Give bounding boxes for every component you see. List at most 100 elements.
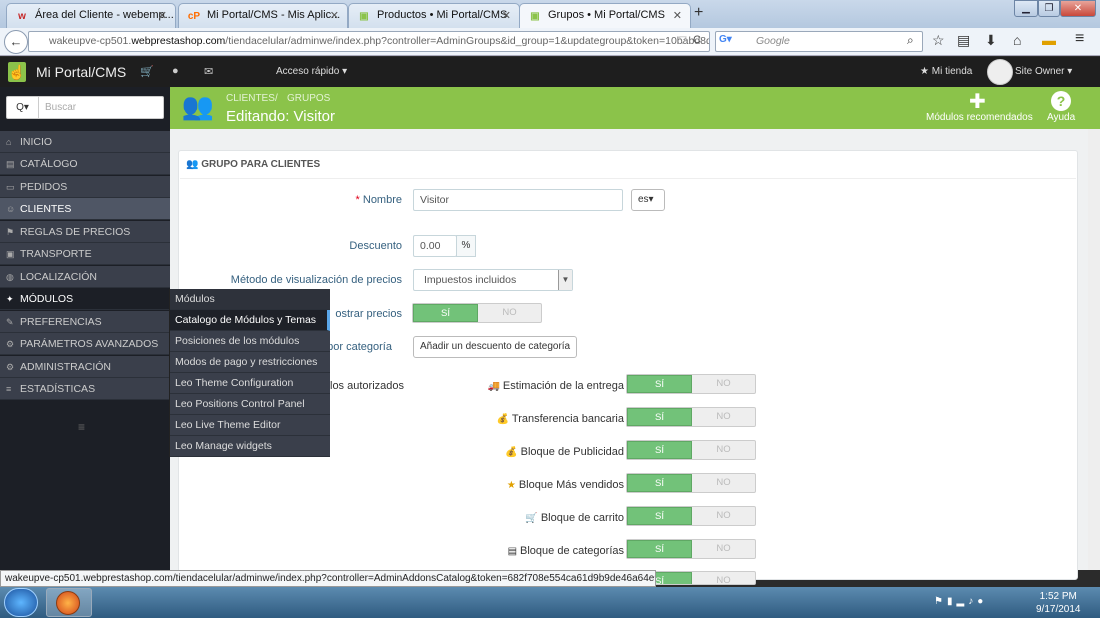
url-bar[interactable]: wakeupve-cp501.webprestashop.com/tiendac… — [28, 31, 710, 52]
help-icon[interactable]: ? — [1051, 91, 1071, 111]
module-toggle[interactable]: SÍ NO — [626, 473, 756, 493]
submenu-item-pago[interactable]: Modos de pago y restricciones — [170, 352, 330, 373]
collapse-menu-icon[interactable]: ≡ — [78, 420, 85, 434]
chevron-down-icon[interactable]: ▼ — [558, 270, 572, 290]
my-shop-link[interactable]: ★ Mi tienda — [920, 66, 972, 77]
clock[interactable]: 1:52 PM 9/17/2014 — [1036, 590, 1081, 616]
submenu-item-leo-editor[interactable]: Leo Live Theme Editor — [170, 415, 330, 436]
help-button[interactable]: Ayuda — [1047, 112, 1075, 123]
signal-icon[interactable]: ▂ — [956, 596, 968, 607]
owner-menu[interactable]: Site Owner ▾ — [1015, 66, 1072, 77]
back-button[interactable]: ← — [4, 30, 28, 54]
sidebar-item-parametros[interactable]: ⚙ PARÁMETROS AVANZADOS — [0, 333, 170, 355]
page-scrollbar[interactable] — [1088, 129, 1100, 570]
module-toggle[interactable]: SÍ NO — [626, 440, 756, 460]
close-icon[interactable]: ✕ — [158, 9, 167, 22]
system-tray[interactable]: ⚑▮▂♪● — [934, 596, 987, 607]
toggle-no[interactable]: NO — [692, 572, 755, 584]
module-toggle[interactable]: SÍ NO — [626, 506, 756, 526]
toggle-yes[interactable]: SÍ — [413, 304, 478, 322]
submenu-item-posiciones[interactable]: Posiciones de los módulos — [170, 331, 330, 352]
sidebar-item-catalogo[interactable]: ▤ CATÁLOGO — [0, 153, 170, 175]
bookmark-dropdown-icon[interactable]: ▽ — [679, 35, 687, 46]
sidebar-item-administracion[interactable]: ⚙ ADMINISTRACIÓN — [0, 356, 170, 378]
language-dropdown[interactable]: es▾ — [631, 189, 665, 211]
maximize-button[interactable]: ❐ — [1038, 0, 1060, 17]
browser-tab[interactable]: ▣ Productos • Mi Portal/CMS ✕ — [348, 3, 520, 28]
sidebar-item-estadisticas[interactable]: ≡ ESTADÍSTICAS — [0, 378, 170, 400]
toggle-no[interactable]: NO — [692, 408, 755, 426]
show-prices-toggle[interactable]: SÍ NO — [412, 303, 542, 323]
sidebar-item-inicio[interactable]: ⌂ INICIO — [0, 131, 170, 153]
sidebar-item-clientes[interactable]: ☺ CLIENTES — [0, 198, 170, 220]
sidebar-item-pedidos[interactable]: ▭ PEDIDOS — [0, 176, 170, 198]
toggle-no[interactable]: NO — [692, 441, 755, 459]
reading-list-icon[interactable]: ▤ — [957, 32, 970, 49]
sidebar-item-transporte[interactable]: ▣ TRANSPORTE — [0, 243, 170, 265]
toggle-yes[interactable]: SÍ — [627, 507, 692, 525]
menu-icon[interactable]: ≡ — [1075, 30, 1084, 48]
submenu-item-leo-widgets[interactable]: Leo Manage widgets — [170, 436, 330, 457]
breadcrumb-item[interactable]: CLIENTES — [226, 93, 275, 104]
notification-icon[interactable]: ● — [977, 596, 987, 607]
browser-search-input[interactable]: Google — [715, 31, 923, 52]
toggle-no[interactable]: NO — [478, 304, 541, 322]
close-icon[interactable]: ✕ — [673, 9, 682, 22]
extension-icon[interactable]: ▬ — [1042, 32, 1056, 48]
price-display-select[interactable]: Impuestos incluidos ▼ — [413, 269, 573, 291]
recommended-modules-button[interactable]: Módulos recomendados — [926, 112, 1033, 123]
new-tab-button[interactable]: + — [694, 4, 703, 22]
avatar[interactable] — [987, 59, 1013, 85]
start-button[interactable] — [4, 588, 38, 617]
toggle-no[interactable]: NO — [692, 375, 755, 393]
cursor-hand-icon[interactable]: ☝ — [8, 62, 26, 82]
submenu-item-leo-theme[interactable]: Leo Theme Configuration — [170, 373, 330, 394]
browser-tab-active[interactable]: ▣ Grupos • Mi Portal/CMS ✕ — [519, 3, 691, 29]
search-type-dropdown[interactable]: Q▾ — [7, 97, 39, 118]
add-category-discount-button[interactable]: Añadir un descuento de categoría — [413, 336, 578, 358]
toggle-yes[interactable]: SÍ — [627, 441, 692, 459]
brand-title[interactable]: Mi Portal/CMS — [36, 64, 126, 80]
toggle-yes[interactable]: SÍ — [627, 540, 692, 558]
toggle-yes[interactable]: SÍ — [627, 408, 692, 426]
puzzle-icon[interactable]: ✚ — [969, 89, 986, 114]
submenu-item-modulos[interactable]: Módulos — [170, 289, 330, 310]
submenu-item-leo-positions[interactable]: Leo Positions Control Panel — [170, 394, 330, 415]
download-icon[interactable]: ⬇ — [985, 32, 997, 49]
sidebar-item-localizacion[interactable]: ◍ LOCALIZACIÓN — [0, 266, 170, 288]
toggle-yes[interactable]: SÍ — [627, 474, 692, 492]
minimize-button[interactable]: ▁ — [1014, 0, 1038, 17]
module-toggle[interactable]: SÍ NO — [626, 374, 756, 394]
cart-icon[interactable]: 🛒 — [140, 65, 154, 78]
discount-field[interactable]: 0.00 — [413, 235, 457, 257]
browser-tab[interactable]: w Área del Cliente - webemp... ✕ — [6, 3, 176, 28]
star-icon[interactable]: ☆ — [932, 32, 945, 49]
sidebar-item-modulos[interactable]: ✦ MÓDULOS — [0, 288, 170, 310]
module-name: Bloque de carrito — [540, 512, 624, 524]
sidebar-item-reglas-precios[interactable]: ⚑ REGLAS DE PRECIOS — [0, 221, 170, 243]
quick-access-menu[interactable]: Acceso rápido ▾ — [276, 66, 347, 77]
sidebar-search-input[interactable]: Buscar — [45, 102, 76, 113]
name-field[interactable]: Visitor — [413, 189, 623, 211]
breadcrumb-item[interactable]: GRUPOS — [287, 93, 330, 104]
close-icon[interactable]: ✕ — [330, 9, 339, 22]
submenu-item-catalogo[interactable]: Catalogo de Módulos y Temas — [170, 310, 330, 331]
toggle-yes[interactable]: SÍ — [627, 375, 692, 393]
module-toggle[interactable]: SÍ NO — [626, 539, 756, 559]
close-window-button[interactable]: ✕ — [1060, 0, 1096, 17]
search-icon[interactable]: ⌕ — [907, 33, 914, 48]
flag-icon[interactable]: ⚑ — [934, 596, 947, 607]
toggle-no[interactable]: NO — [692, 507, 755, 525]
toggle-no[interactable]: NO — [692, 474, 755, 492]
close-icon[interactable]: ✕ — [502, 9, 511, 22]
module-toggle[interactable]: SÍ NO — [626, 407, 756, 427]
discount-label: Descuento — [349, 240, 402, 252]
browser-tab[interactable]: cP Mi Portal/CMS - Mis Aplic... ✕ — [178, 3, 348, 28]
volume-icon[interactable]: ♪ — [968, 596, 977, 607]
home-icon[interactable]: ⌂ — [1013, 32, 1021, 48]
toggle-no[interactable]: NO — [692, 540, 755, 558]
sidebar-item-preferencias[interactable]: ✎ PREFERENCIAS — [0, 311, 170, 333]
user-icon[interactable]: ● — [172, 65, 179, 77]
mail-icon[interactable]: ✉ — [204, 65, 213, 78]
reload-icon[interactable]: C — [693, 34, 701, 46]
